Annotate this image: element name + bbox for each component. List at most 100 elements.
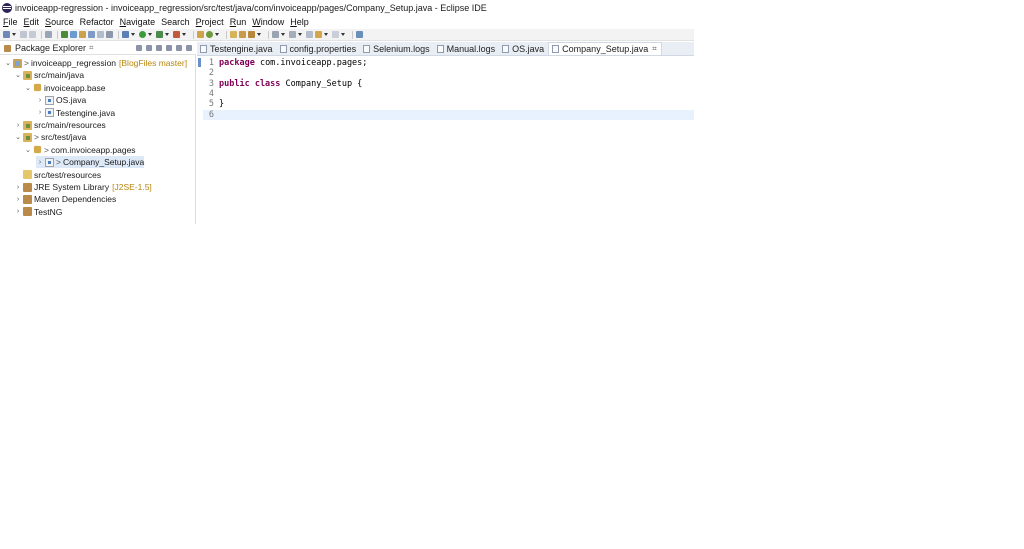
collapsed-chevron-icon[interactable]: › xyxy=(14,184,22,191)
show-whitespace-icon[interactable] xyxy=(106,31,113,38)
tree-item[interactable]: ⌄ invoiceapp.base xyxy=(24,82,105,94)
open-task-icon[interactable] xyxy=(239,31,246,38)
project-icon xyxy=(13,58,22,68)
expanded-chevron-icon[interactable]: ⌄ xyxy=(24,84,32,92)
expanded-chevron-icon[interactable]: ⌄ xyxy=(14,133,22,141)
view-menu-icon[interactable] xyxy=(166,45,172,51)
menu-item[interactable]: Help xyxy=(290,17,309,27)
collapsed-chevron-icon[interactable]: › xyxy=(14,122,22,129)
new-java-project-icon[interactable] xyxy=(197,31,204,38)
tree-item[interactable]: ⌄ > src/test/java xyxy=(14,131,86,143)
tree-item[interactable]: src/test/resources xyxy=(14,169,101,181)
collapsed-chevron-icon[interactable]: › xyxy=(14,208,22,215)
open-type-icon[interactable] xyxy=(79,31,86,38)
annotation-icon[interactable] xyxy=(248,31,255,38)
editor-tab[interactable]: Testengine.java xyxy=(197,42,277,55)
code-editor[interactable]: 1 package com.invoiceapp.pages; 2 3 public c… xyxy=(197,57,694,224)
pin-editor-icon[interactable] xyxy=(356,31,363,38)
expanded-chevron-icon[interactable]: ⌄ xyxy=(4,59,12,67)
tree-item[interactable]: › > Company_Setup.java xyxy=(36,156,145,169)
menu-item[interactable]: Refactor xyxy=(80,17,114,27)
previous-annotation-dropdown-icon[interactable] xyxy=(298,33,302,36)
menu-item[interactable]: Source xyxy=(45,17,74,27)
close-view-icon[interactable]: ⌗ xyxy=(89,43,94,53)
editor-tab[interactable]: config.properties xyxy=(277,42,361,55)
editor-tab[interactable]: Selenium.logs xyxy=(360,42,434,55)
tree-item[interactable]: ⌄ src/main/java xyxy=(14,69,84,81)
collapse-all-icon[interactable] xyxy=(136,45,142,51)
back-icon[interactable] xyxy=(315,31,322,38)
tree-item[interactable]: › src/main/resources xyxy=(14,119,106,131)
skip-breakpoints-icon[interactable] xyxy=(61,31,68,38)
next-annotation-dropdown-icon[interactable] xyxy=(281,33,285,36)
collapsed-chevron-icon[interactable]: › xyxy=(36,109,44,116)
tree-item-decoration: [BlogFiles master] xyxy=(119,58,188,68)
tree-item[interactable]: ⌄ > invoiceapp_regression [BlogFiles master… xyxy=(4,57,187,69)
new-class-dropdown-icon[interactable] xyxy=(215,33,219,36)
maximize-icon[interactable] xyxy=(186,45,192,51)
close-tab-icon[interactable]: ⌗ xyxy=(652,44,657,54)
code-line[interactable]: 2 xyxy=(203,68,694,78)
save-icon[interactable] xyxy=(20,31,27,38)
previous-annotation-icon[interactable] xyxy=(289,31,296,38)
code-line[interactable]: 4 xyxy=(203,89,694,99)
filter-icon[interactable] xyxy=(156,45,162,51)
collapsed-chevron-icon[interactable]: › xyxy=(36,97,44,104)
annotation-dropdown-icon[interactable] xyxy=(257,33,261,36)
last-edit-icon[interactable] xyxy=(306,31,313,38)
git-dirty-marker: > xyxy=(34,132,39,143)
new-class-icon[interactable] xyxy=(206,31,213,38)
save-all-icon[interactable] xyxy=(29,31,36,38)
menu-item[interactable]: Navigate xyxy=(120,17,156,27)
back-dropdown-icon[interactable] xyxy=(324,33,328,36)
search-icon[interactable] xyxy=(88,31,95,38)
code-line[interactable]: 3 public class Company_Setup { xyxy=(203,79,694,89)
menu-item[interactable]: Window xyxy=(252,17,284,27)
collapsed-chevron-icon[interactable]: › xyxy=(36,159,44,166)
menu-item[interactable]: Edit xyxy=(24,17,40,27)
editor-tab[interactable]: OS.java xyxy=(499,42,548,55)
next-annotation-icon[interactable] xyxy=(272,31,279,38)
new-dropdown-icon[interactable] xyxy=(12,33,16,36)
main-toolbar xyxy=(0,29,694,41)
external-tools-dropdown-icon[interactable] xyxy=(182,33,186,36)
external-tools-icon[interactable] xyxy=(173,31,180,38)
code-line[interactable]: 1 package com.invoiceapp.pages; xyxy=(203,58,694,68)
toggle-mark-icon[interactable] xyxy=(70,31,77,38)
package-explorer-header[interactable]: Package Explorer ⌗ xyxy=(0,42,196,55)
editor-tab[interactable]: Manual.logs xyxy=(434,42,500,55)
forward-icon[interactable] xyxy=(332,31,339,38)
coverage-dropdown-icon[interactable] xyxy=(165,33,169,36)
tree-item[interactable]: › TestNG xyxy=(14,206,63,218)
run-icon[interactable] xyxy=(139,31,146,38)
folder-icon xyxy=(23,170,32,180)
expanded-chevron-icon[interactable]: ⌄ xyxy=(14,71,22,79)
menu-item[interactable]: File xyxy=(3,17,18,27)
debug-dropdown-icon[interactable] xyxy=(131,33,135,36)
forward-dropdown-icon[interactable] xyxy=(341,33,345,36)
link-with-editor-icon[interactable] xyxy=(146,45,152,51)
toggle-block-icon[interactable] xyxy=(97,31,104,38)
tree-item[interactable]: › Testengine.java xyxy=(36,107,115,119)
tree-item[interactable]: › Maven Dependencies xyxy=(14,193,116,205)
expanded-chevron-icon[interactable]: ⌄ xyxy=(24,146,32,154)
code-line[interactable]: 5} xyxy=(203,99,694,109)
run-dropdown-icon[interactable] xyxy=(148,33,152,36)
debug-icon[interactable] xyxy=(122,31,129,38)
open-folder-icon[interactable] xyxy=(230,31,237,38)
toolbar-separator xyxy=(268,30,269,39)
tree-item[interactable]: › OS.java xyxy=(36,94,86,106)
tree-item[interactable]: ⌄ > com.invoiceapp.pages xyxy=(24,144,136,156)
tree-item[interactable]: › JRE System Library [J2SE-1.5] xyxy=(14,181,152,193)
editor-tab[interactable]: Company_Setup.java ⌗ xyxy=(548,42,662,55)
collapsed-chevron-icon[interactable]: › xyxy=(14,196,22,203)
new-icon[interactable] xyxy=(3,31,10,38)
coverage-icon[interactable] xyxy=(156,31,163,38)
menu-item[interactable]: Search xyxy=(161,17,190,27)
print-icon[interactable] xyxy=(45,31,52,38)
menu-item[interactable]: Project xyxy=(196,17,224,27)
package-explorer-title[interactable]: Package Explorer xyxy=(15,43,86,53)
minimize-icon[interactable] xyxy=(176,45,182,51)
menu-item[interactable]: Run xyxy=(230,17,247,27)
code-line[interactable]: 6 xyxy=(203,109,694,120)
